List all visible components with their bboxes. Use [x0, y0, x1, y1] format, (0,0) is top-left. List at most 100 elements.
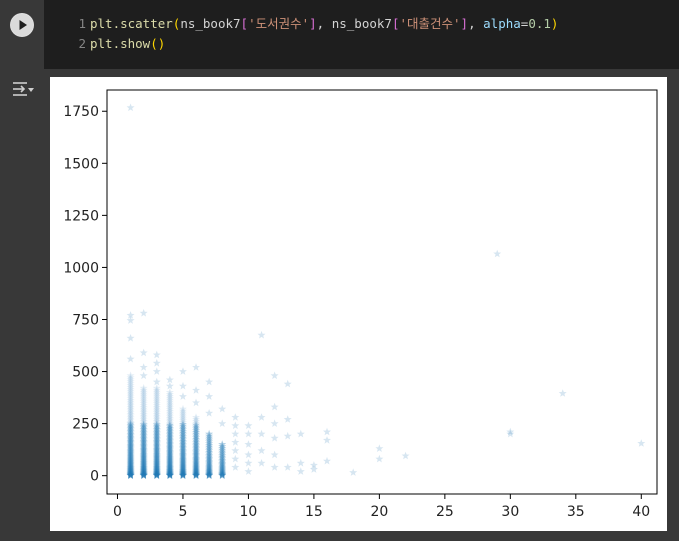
scatter-point: [231, 454, 240, 463]
scatter-point: [296, 459, 305, 467]
scatter-point: [244, 429, 253, 438]
scatter-point: [283, 379, 292, 388]
scatter-point: [257, 330, 266, 339]
y-tick-label: 1750: [63, 104, 99, 120]
x-tick-label: 15: [305, 504, 323, 520]
scatter-point: [192, 398, 200, 407]
code-line-1[interactable]: 1 plt.scatter(ns_book7['도서권수'], ns_book7[…: [70, 14, 558, 34]
scatter-point: [218, 404, 227, 413]
code-comma: ,: [316, 16, 332, 31]
scatter-point: [192, 363, 200, 371]
code-parens: (): [150, 36, 166, 51]
scatter-point: [126, 103, 135, 112]
code-variable: ns_book7: [180, 16, 241, 31]
scatter-point: [257, 446, 266, 455]
scatter-point: [270, 419, 279, 427]
x-tick-label: 20: [370, 504, 388, 520]
scatter-marks: [126, 103, 646, 480]
scatter-point: [493, 249, 502, 258]
scatter-point: [126, 334, 135, 342]
x-tick-label: 10: [240, 504, 258, 520]
code-close-bracket: ]: [460, 16, 469, 31]
scatter-point: [270, 463, 279, 471]
x-tick-label: 0: [113, 504, 122, 520]
code-variable: ns_book7: [331, 16, 392, 31]
scatter-point: [349, 468, 358, 476]
scatter-point: [205, 392, 214, 400]
scatter-point: [218, 419, 227, 427]
scatter-point: [244, 421, 253, 430]
y-tick-label: 250: [72, 417, 99, 433]
notebook-cell: 1 plt.scatter(ns_book7['도서권수'], ns_book7[…: [0, 0, 679, 541]
code-editor[interactable]: 1 plt.scatter(ns_book7['도서권수'], ns_book7[…: [44, 0, 679, 69]
scatter-point: [139, 348, 148, 357]
scatter-point: [257, 459, 266, 467]
scatter-point: [231, 438, 240, 446]
code-open-bracket: [: [240, 16, 249, 31]
scatter-point: [192, 386, 200, 394]
scatter-point: [244, 450, 253, 459]
scatter-point: [139, 363, 148, 371]
code-line-2[interactable]: 2 plt.show(): [70, 34, 165, 54]
scatter-point: [270, 402, 279, 411]
scatter-point: [231, 421, 240, 430]
scatter-point: [126, 354, 135, 363]
scatter-point: [205, 377, 214, 386]
scatter-point: [270, 434, 279, 442]
x-tick-label: 40: [632, 504, 650, 520]
scatter-point: [637, 439, 646, 447]
scatter-point: [244, 440, 253, 448]
plot-output: 0 5 10 15 20 25 30 35 40 0 250 500 750 1000 1250 1500 1…: [50, 77, 667, 531]
scatter-point: [244, 459, 253, 467]
scatter-point: [231, 413, 240, 421]
y-tick-label: 750: [72, 312, 99, 328]
scatter-point: [257, 413, 266, 421]
x-tick-label: 30: [501, 504, 519, 520]
y-tick-label: 500: [72, 365, 99, 381]
code-function-name: plt.scatter: [90, 16, 173, 31]
scatter-point: [231, 463, 240, 471]
code-number: 0.1: [528, 16, 551, 31]
line-number: 2: [78, 36, 86, 51]
scatter-point: [323, 427, 331, 436]
scatter-point: [323, 456, 331, 465]
scatter-chart: 0 5 10 15 20 25 30 35 40 0 250 500 750 1000 1250 1500 1…: [63, 89, 658, 520]
y-tick-label: 0: [90, 469, 99, 485]
run-cell-button[interactable]: [10, 13, 34, 37]
scatter-point: [375, 454, 384, 463]
scatter-point: [296, 467, 305, 475]
scatter-point: [323, 436, 331, 444]
y-tick-label: 1000: [63, 260, 99, 276]
x-tick-label: 25: [436, 504, 454, 520]
scatter-point: [231, 429, 240, 438]
code-string: '도서권수': [248, 16, 310, 31]
scatter-point: [179, 367, 187, 375]
output-toggle-button[interactable]: [11, 79, 35, 99]
scatter-point: [401, 451, 410, 460]
axes-frame: [106, 89, 658, 495]
play-circle-icon: [11, 14, 33, 36]
code-function-name: plt.show: [90, 36, 151, 51]
scatter-point: [152, 367, 161, 375]
y-tick-label: 1500: [63, 156, 99, 172]
scatter-point: [152, 359, 161, 367]
scatter-point: [231, 446, 240, 455]
code-close-paren: ): [550, 16, 559, 31]
scatter-point: [126, 316, 135, 324]
x-tick-label: 5: [178, 504, 187, 520]
scatter-point: [283, 463, 292, 471]
scatter-point: [205, 409, 214, 417]
scatter-point: [558, 389, 567, 397]
scatter-point: [283, 431, 292, 440]
scatter-point: [179, 392, 187, 400]
x-axis-ticks: 0 5 10 15 20 25 30 35 40: [113, 494, 650, 520]
scatter-point: [296, 429, 305, 438]
scatter-point: [257, 429, 266, 438]
code-param-name: alpha: [483, 16, 521, 31]
y-tick-label: 1250: [63, 208, 99, 224]
scatter-point: [270, 450, 279, 459]
scatter-point: [179, 381, 187, 390]
x-tick-label: 35: [567, 504, 585, 520]
scatter-point: [152, 350, 161, 359]
code-string: '대출건수': [399, 16, 461, 31]
